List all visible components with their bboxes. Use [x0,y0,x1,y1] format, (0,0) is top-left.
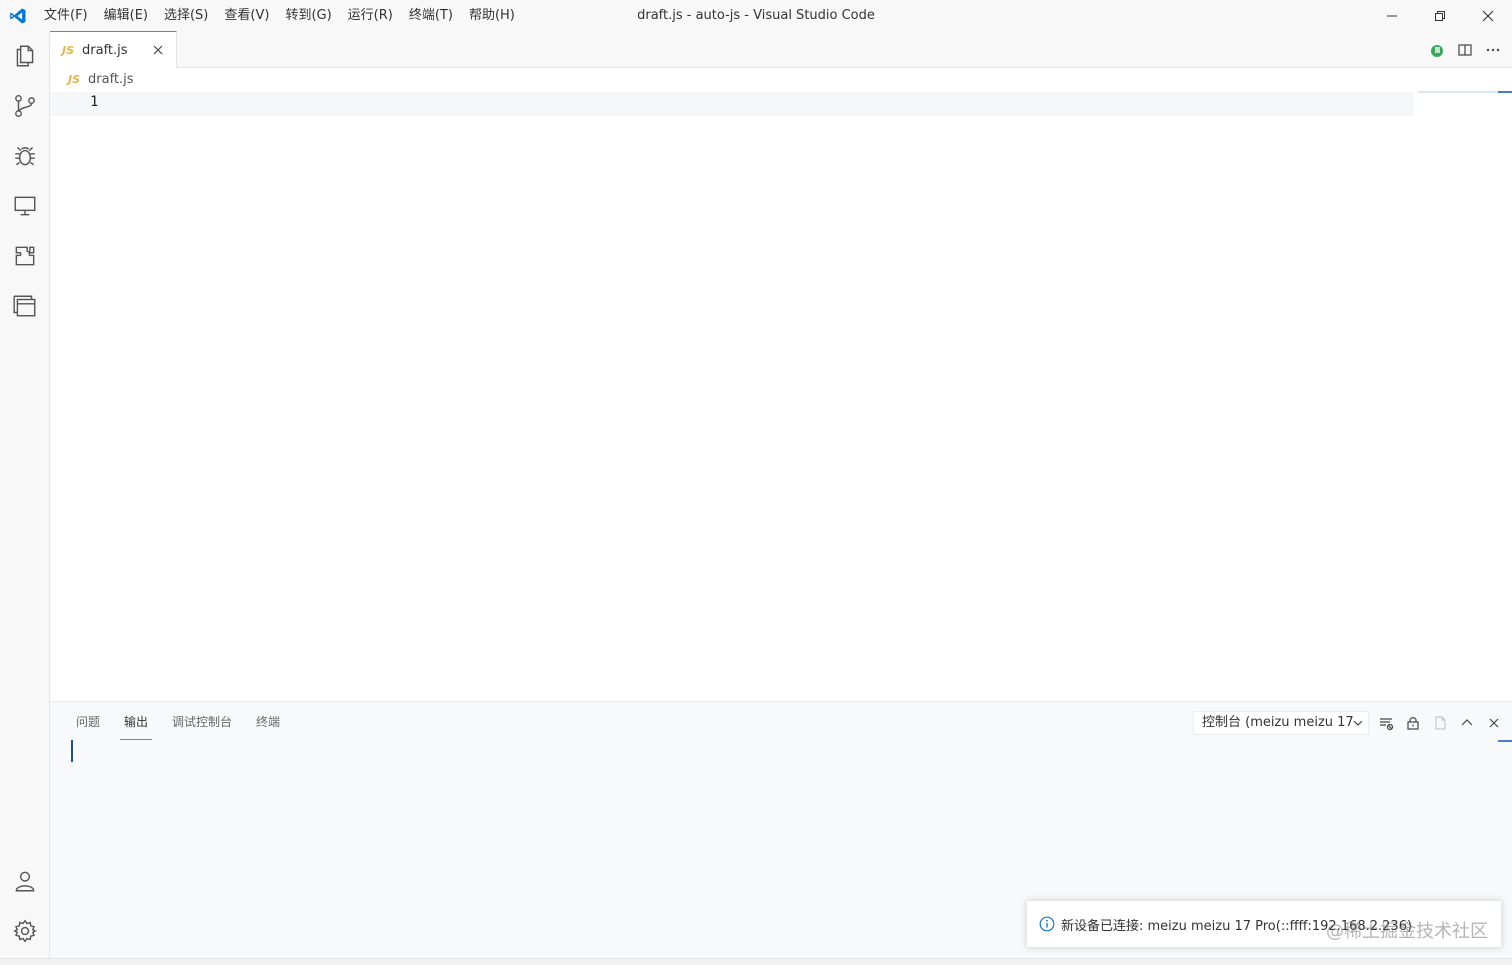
js-file-icon: JS [62,43,75,57]
source-control-icon [15,95,35,117]
menu-help[interactable]: 帮助(H) [461,0,523,31]
activity-accounts[interactable] [0,856,50,906]
open-output-button[interactable] [1429,711,1451,735]
activity-run-debug[interactable] [0,131,50,181]
run-extension-button[interactable] [1426,39,1448,61]
more-actions-button[interactable] [1482,39,1504,61]
editor-scrollbar[interactable] [1498,91,1512,93]
tab-debug-console[interactable]: 调试控制台 [160,702,244,742]
notification-toast[interactable]: 新设备已连接: meizu meizu 17 Pro(::ffff:192.16… [1027,901,1501,947]
status-bar [0,958,1512,965]
editor-actions [1426,31,1504,68]
menu-view[interactable]: 查看(V) [216,0,277,31]
tab-close-button[interactable] [148,40,168,60]
restore-icon [1435,10,1445,21]
close-icon [1489,718,1499,728]
output-channel-select[interactable]: 控制台 (meizu meizu 17 [1193,711,1369,735]
js-file-icon: JS [68,73,81,86]
tab-problems[interactable]: 问题 [64,702,112,742]
close-window-button[interactable] [1464,0,1512,31]
minimize-button[interactable] [1368,0,1416,31]
explorer-icon [16,45,34,67]
panel-scrollbar[interactable] [1498,740,1512,742]
vscode-logo-icon [0,0,36,31]
more-actions-icon [1486,48,1500,51]
menu-terminal[interactable]: 终端(T) [401,0,461,31]
chevron-down-icon [1353,720,1363,726]
activity-explorer[interactable] [0,31,50,81]
clear-output-icon [1380,718,1394,731]
menu-bar: 文件(F) 编辑(E) 选择(S) 查看(V) 转到(G) 运行(R) 终端(T… [36,0,523,31]
panel-layout-icon [13,295,36,317]
tab-terminal[interactable]: 终端 [244,702,292,742]
menu-file[interactable]: 文件(F) [36,0,96,31]
menu-selection[interactable]: 选择(S) [156,0,216,31]
notification-message: 新设备已连接: meizu meizu 17 Pro(::ffff:192.16… [1061,918,1413,934]
run-extension-icon [1431,44,1443,57]
editor-tab-bar: JS draft.js [50,31,1512,68]
output-cursor [71,740,73,762]
breadcrumb[interactable]: JS draft.js [68,69,134,91]
account-icon [15,871,35,892]
activity-bar [0,31,50,965]
close-icon [1482,10,1494,21]
activity-manage[interactable] [0,906,50,956]
maximize-panel-button[interactable] [1456,711,1478,735]
info-icon [1039,916,1055,932]
debug-icon [15,146,35,166]
breadcrumb-file[interactable]: draft.js [88,69,134,91]
output-channel-value: 控制台 (meizu meizu 17 [1202,715,1354,730]
title-bar: 文件(F) 编辑(E) 选择(S) 查看(V) 转到(G) 运行(R) 终端(T… [0,0,1512,31]
close-icon [153,45,163,55]
menu-edit[interactable]: 编辑(E) [96,0,156,31]
remote-explorer-icon [14,196,36,216]
split-editor-icon [1458,43,1472,56]
tab-draft-js[interactable]: JS draft.js [50,31,177,68]
lock-scroll-button[interactable] [1402,711,1424,735]
split-editor-button[interactable] [1454,39,1476,61]
open-output-icon [1435,716,1446,730]
restore-button[interactable] [1416,0,1464,31]
tab-label: draft.js [82,42,128,58]
activity-remote-explorer[interactable] [0,181,50,231]
minimize-icon [1387,15,1397,16]
panel-actions [1375,711,1505,735]
close-panel-button[interactable] [1483,711,1505,735]
activity-source-control[interactable] [0,81,50,131]
menu-go[interactable]: 转到(G) [277,0,339,31]
code-editor[interactable]: 1 [50,91,1512,701]
tab-output[interactable]: 输出 [112,702,160,742]
clear-output-button[interactable] [1375,711,1397,735]
window-controls [1368,0,1512,31]
panel-tabs: 问题 输出 调试控制台 终端 [64,702,292,742]
current-line-highlight [50,92,1414,116]
chevron-up-icon [1461,719,1473,726]
extensions-icon [15,246,35,266]
line-number: 1 [90,94,99,110]
settings-gear-icon [13,919,37,943]
activity-panel-layout[interactable] [0,281,50,331]
activity-extensions[interactable] [0,231,50,281]
menu-run[interactable]: 运行(R) [340,0,401,31]
lock-scroll-icon [1407,717,1419,730]
